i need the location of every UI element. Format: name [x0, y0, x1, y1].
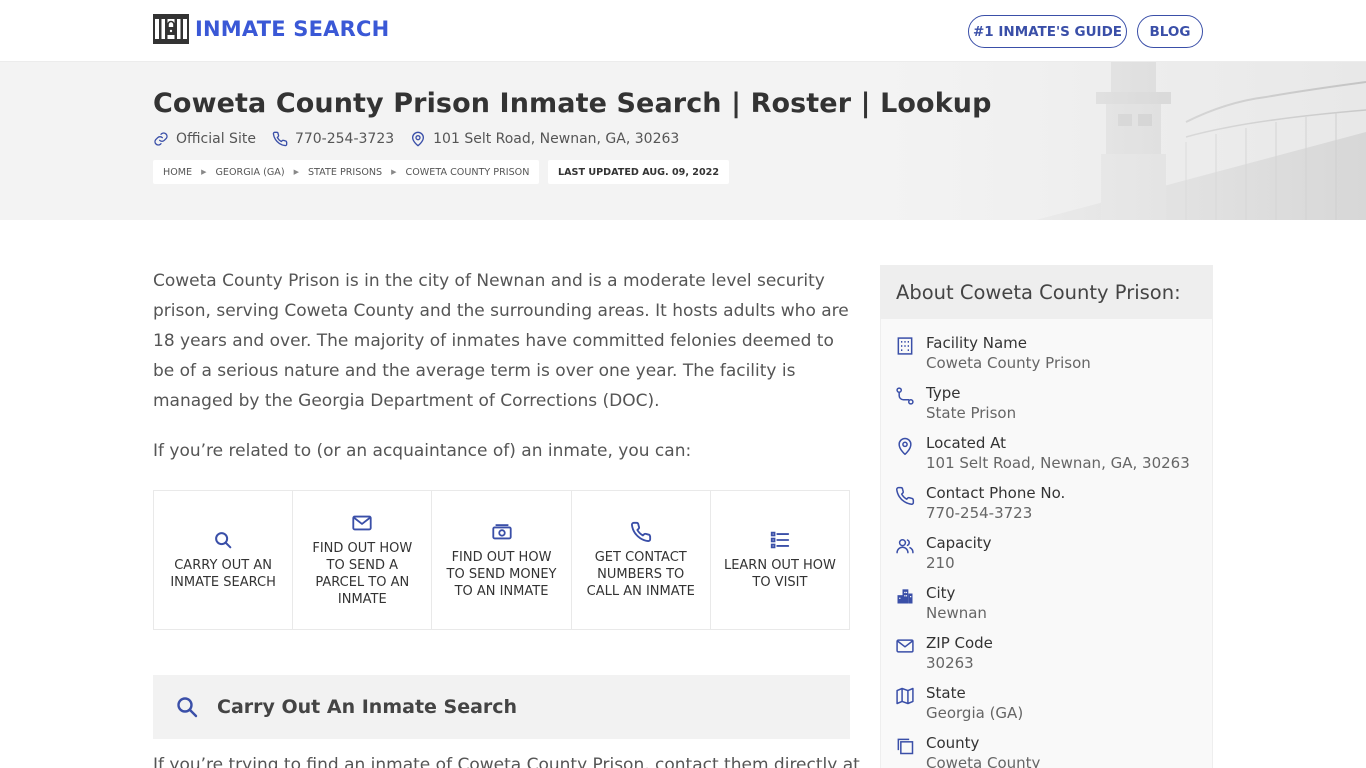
logo-text: INMATE SEARCH [195, 17, 390, 41]
fact-contact-phone: Contact Phone No. 770-254-3723 [895, 484, 1195, 528]
action-label: GET CONTACT NUMBERS TO CALL AN INMATE [586, 549, 695, 599]
phone-link[interactable]: 770-254-3723 [272, 131, 394, 147]
phone-icon [896, 486, 915, 505]
fact-state: State Georgia (GA) [895, 684, 1195, 728]
site-logo[interactable]: INMATE SEARCH [153, 13, 389, 45]
phone-icon [272, 131, 288, 147]
copy-icon [897, 738, 914, 755]
facility-meta-row: Official Site 770-254-3723 101 Selt Road… [153, 129, 695, 149]
action-label: FIND OUT HOW TO SEND A PARCEL TO AN INMA… [312, 541, 413, 607]
breadcrumb-caret-icon: ▶ [293, 168, 299, 176]
fact-city: City Newnan [895, 584, 1195, 628]
search-icon [177, 697, 198, 718]
fact-county: County Coweta County [895, 734, 1195, 768]
fact-value: 30263 [926, 654, 974, 672]
facility-info-card: About Coweta County Prison: Facility Nam… [880, 265, 1213, 768]
fact-label: Contact Phone No. [926, 484, 1066, 502]
fact-label: County [926, 734, 980, 752]
official-site-link[interactable]: Official Site [153, 131, 256, 147]
action-label: LEARN OUT HOW TO VISIT [723, 558, 836, 590]
envelope-icon [896, 639, 914, 653]
last-updated-badge: LAST UPDATED AUG. 09, 2022 [548, 160, 730, 184]
building-icon [897, 337, 913, 355]
fact-located-at: Located At 101 Selt Road, Newnan, GA, 30… [895, 434, 1195, 478]
phone-number: 770-254-3723 [294, 131, 395, 147]
fact-label: Capacity [926, 534, 992, 552]
breadcrumb-coweta-county-prison[interactable]: COWETA COUNTY PRISON [406, 167, 530, 178]
map-icon [896, 687, 914, 705]
fact-value: Coweta County Prison [926, 354, 1091, 372]
fact-value: 101 Selt Road, Newnan, GA, 30263 [926, 454, 1190, 472]
jail-logo-icon [153, 14, 189, 44]
users-icon [896, 539, 914, 554]
map-pin-icon [412, 131, 425, 147]
fact-label: Facility Name [926, 334, 1027, 352]
nav-inmates-guide-button[interactable]: #1 INMATE'S GUIDE [968, 15, 1127, 48]
address-link[interactable]: 101 Selt Road, Newnan, GA, 30263 [410, 131, 679, 147]
page-title: Coweta County Prison Inmate Search | Ros… [153, 88, 992, 119]
section-header-inmate-search: Carry Out An Inmate Search [153, 675, 850, 739]
city-icon [897, 589, 913, 604]
sidebar-title: About Coweta County Prison: [881, 266, 1212, 319]
fact-value: State Prison [926, 404, 1017, 422]
action-label: CARRY OUT AN INMATE SEARCH [170, 558, 276, 590]
fact-label: Type [926, 384, 961, 402]
fact-value: Newnan [926, 604, 987, 622]
action-send-money[interactable]: FIND OUT HOW TO SEND MONEY TO AN INMATE [432, 491, 572, 629]
site-header: INMATE SEARCH #1 INMATE'S GUIDE BLOG [0, 0, 1366, 62]
phone-icon [630, 521, 651, 542]
envelope-icon [352, 515, 372, 531]
address-text: 101 Selt Road, Newnan, GA, 30263 [433, 131, 680, 147]
section-paragraph: If you’re trying to find an inmate of Co… [153, 755, 860, 768]
action-contact-numbers[interactable]: GET CONTACT NUMBERS TO CALL AN INMATE [572, 491, 711, 629]
fact-capacity: Capacity 210 [895, 534, 1195, 578]
fact-label: Located At [926, 434, 1006, 452]
fact-type: Type State Prison [895, 384, 1195, 428]
action-inmate-search[interactable]: CARRY OUT AN INMATE SEARCH [154, 491, 294, 629]
action-label: FIND OUT HOW TO SEND MONEY TO AN INMATE [446, 549, 557, 599]
breadcrumb: HOME ▶ GEORGIA (GA) ▶ STATE PRISONS ▶ CO… [153, 160, 540, 184]
lead-paragraph: If you’re related to (or an acquaintance… [153, 441, 692, 461]
money-icon [491, 523, 512, 539]
breadcrumb-caret-icon: ▶ [201, 168, 207, 176]
fact-zip-code: ZIP Code 30263 [895, 634, 1195, 678]
breadcrumb-caret-icon: ▶ [391, 168, 397, 176]
fact-facility-name: Facility Name Coweta County Prison [895, 334, 1195, 378]
fact-label: State [926, 684, 966, 702]
breadcrumb-home[interactable]: HOME [163, 167, 192, 178]
action-send-parcel[interactable]: FIND OUT HOW TO SEND A PARCEL TO AN INMA… [293, 491, 433, 629]
fact-label: ZIP Code [926, 634, 993, 652]
prison-tower-illustration [886, 62, 1366, 220]
action-learn-visit[interactable]: LEARN OUT HOW TO VISIT [711, 491, 849, 629]
fact-value: Coweta County [926, 754, 1041, 768]
map-pin-icon [898, 437, 912, 456]
fact-value: Georgia (GA) [926, 704, 1024, 722]
search-icon [215, 532, 232, 549]
action-grid: CARRY OUT AN INMATE SEARCH FIND OUT HOW … [153, 490, 850, 630]
route-icon [896, 387, 914, 405]
link-icon [154, 132, 168, 146]
official-site-label: Official Site [176, 131, 256, 147]
fact-value: 770-254-3723 [926, 504, 1033, 522]
fact-label: City [926, 584, 956, 602]
section-title: Carry Out An Inmate Search [217, 696, 518, 718]
nav-blog-button[interactable]: BLOG [1137, 15, 1203, 48]
list-icon [770, 531, 790, 549]
fact-value: 210 [926, 554, 955, 572]
intro-paragraph: Coweta County Prison is in the city of N… [153, 271, 849, 411]
breadcrumb-georgia[interactable]: GEORGIA (GA) [216, 167, 285, 178]
breadcrumb-state-prisons[interactable]: STATE PRISONS [308, 167, 382, 178]
